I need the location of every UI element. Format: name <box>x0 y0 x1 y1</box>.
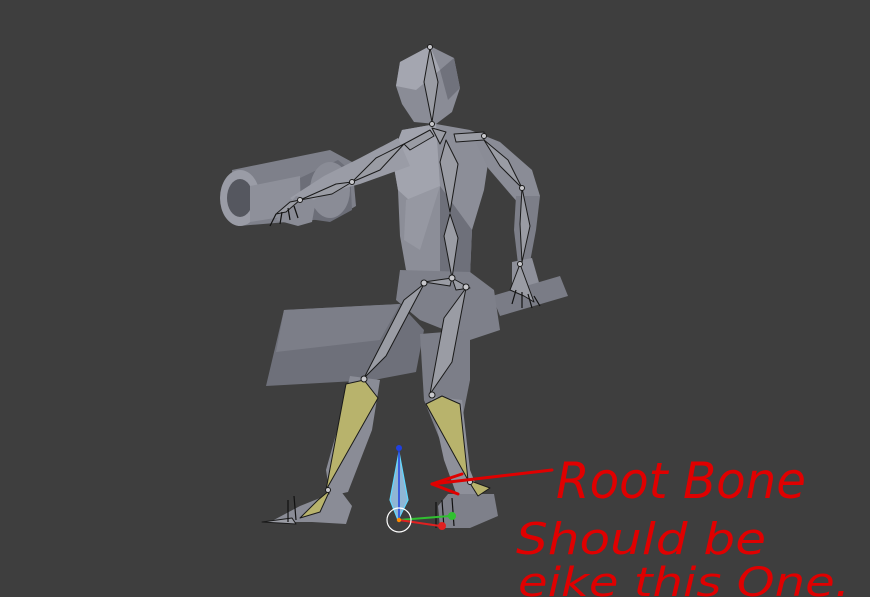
3d-viewport[interactable]: Root Bone Should be eike this One. <box>0 0 870 597</box>
scene-canvas[interactable]: Root Bone Should be eike this One. <box>0 0 870 597</box>
annotation-line-2: Should be <box>516 514 766 565</box>
torso-mesh <box>392 124 490 282</box>
annotation: Root Bone Should be eike this One. <box>430 452 850 597</box>
annotation-line-1: Root Bone <box>556 452 806 510</box>
annotation-line-3: eike this One. <box>518 560 850 597</box>
bone-shoulder-right <box>453 131 485 143</box>
